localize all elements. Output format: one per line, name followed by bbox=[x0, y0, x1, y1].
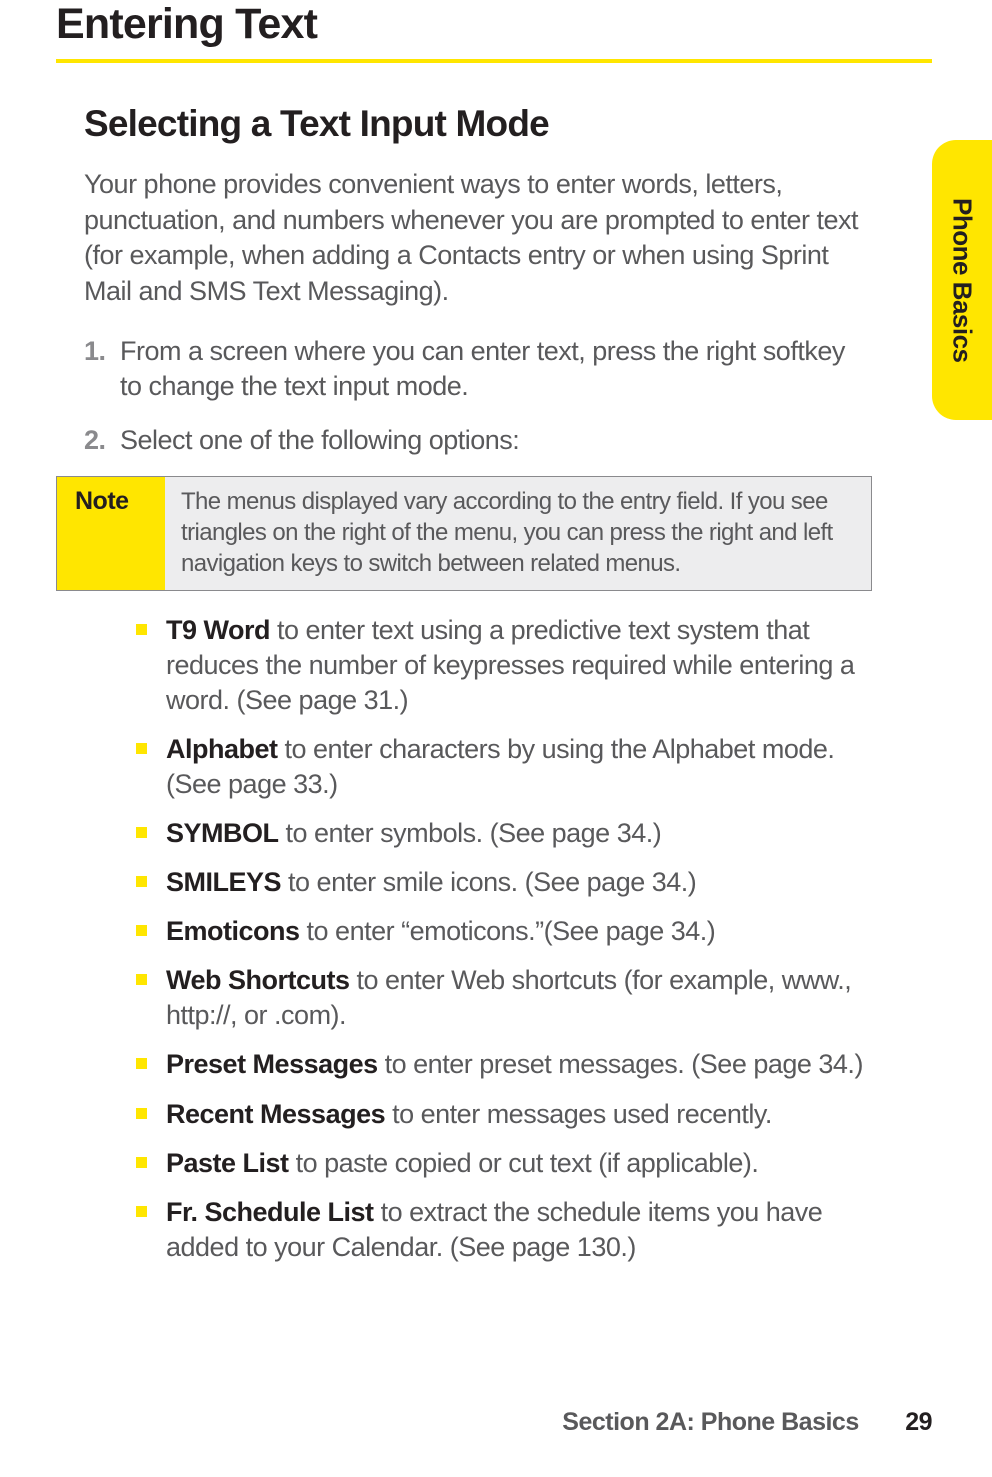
option-fr-schedule-list: Fr. Schedule List to extract the schedul… bbox=[166, 1195, 872, 1265]
steps-list: 1. From a screen where you can enter tex… bbox=[84, 334, 872, 459]
bullet-icon bbox=[136, 743, 147, 754]
page-footer: Section 2A: Phone Basics 29 bbox=[562, 1408, 932, 1437]
option-rest: to enter messages used recently. bbox=[385, 1099, 772, 1129]
option-t9-word: T9 Word to enter text using a predictive… bbox=[166, 613, 872, 718]
option-bold: SMILEYS bbox=[166, 867, 281, 897]
option-bold: Web Shortcuts bbox=[166, 965, 350, 995]
step-1-text: From a screen where you can enter text, … bbox=[120, 336, 845, 402]
option-alphabet: Alphabet to enter characters by using th… bbox=[166, 732, 872, 802]
bullet-icon bbox=[136, 1157, 147, 1168]
bullet-icon bbox=[136, 624, 147, 635]
heading-selecting-mode: Selecting a Text Input Mode bbox=[84, 103, 872, 145]
footer-page-number: 29 bbox=[905, 1408, 932, 1437]
step-2-number: 2. bbox=[84, 423, 106, 459]
bullet-icon bbox=[136, 1108, 147, 1119]
option-emoticons: Emoticons to enter “emoticons.”(See page… bbox=[166, 914, 872, 949]
option-recent-messages: Recent Messages to enter messages used r… bbox=[166, 1097, 872, 1132]
option-rest: to enter smile icons. (See page 34.) bbox=[281, 867, 696, 897]
option-bold: Recent Messages bbox=[166, 1099, 385, 1129]
bullet-icon bbox=[136, 827, 147, 838]
note-box: Note The menus displayed vary according … bbox=[56, 476, 872, 590]
option-paste-list: Paste List to paste copied or cut text (… bbox=[166, 1146, 872, 1181]
option-rest: to paste copied or cut text (if applicab… bbox=[289, 1148, 759, 1178]
step-1: 1. From a screen where you can enter tex… bbox=[120, 334, 872, 405]
note-label: Note bbox=[57, 477, 165, 589]
option-bold: T9 Word bbox=[166, 615, 270, 645]
heading-underline bbox=[56, 59, 932, 63]
step-2-text: Select one of the following options: bbox=[120, 425, 519, 455]
option-smileys: SMILEYS to enter smile icons. (See page … bbox=[166, 865, 872, 900]
note-body: The menus displayed vary according to th… bbox=[165, 477, 871, 589]
options-list: T9 Word to enter text using a predictive… bbox=[84, 613, 872, 1265]
option-rest: to enter symbols. (See page 34.) bbox=[279, 818, 662, 848]
bullet-icon bbox=[136, 925, 147, 936]
content-inner: Selecting a Text Input Mode Your phone p… bbox=[56, 103, 932, 1265]
side-tab: Phone Basics bbox=[932, 140, 992, 420]
bullet-icon bbox=[136, 974, 147, 985]
option-bold: Preset Messages bbox=[166, 1049, 378, 1079]
option-bold: Fr. Schedule List bbox=[166, 1197, 374, 1227]
option-bold: Alphabet bbox=[166, 734, 278, 764]
option-bold: Paste List bbox=[166, 1148, 289, 1178]
option-web-shortcuts: Web Shortcuts to enter Web shortcuts (fo… bbox=[166, 963, 872, 1033]
bullet-icon bbox=[136, 1058, 147, 1069]
intro-paragraph: Your phone provides convenient ways to e… bbox=[84, 167, 872, 310]
option-symbol: SYMBOL to enter symbols. (See page 34.) bbox=[166, 816, 872, 851]
footer-section-label: Section 2A: Phone Basics bbox=[562, 1408, 858, 1436]
side-tab-label: Phone Basics bbox=[947, 198, 978, 363]
heading-entering-text: Entering Text bbox=[56, 0, 932, 49]
step-1-number: 1. bbox=[84, 334, 106, 370]
option-rest: to enter “emoticons.”(See page 34.) bbox=[300, 916, 716, 946]
step-2: 2. Select one of the following options: bbox=[120, 423, 872, 459]
option-rest: to enter preset messages. (See page 34.) bbox=[378, 1049, 863, 1079]
option-rest: to enter text using a predictive text sy… bbox=[166, 615, 854, 715]
page-container: Entering Text Phone Basics Selecting a T… bbox=[0, 0, 992, 1477]
option-preset-messages: Preset Messages to enter preset messages… bbox=[166, 1047, 872, 1082]
bullet-icon bbox=[136, 876, 147, 887]
option-bold: SYMBOL bbox=[166, 818, 279, 848]
bullet-icon bbox=[136, 1206, 147, 1217]
option-bold: Emoticons bbox=[166, 916, 300, 946]
